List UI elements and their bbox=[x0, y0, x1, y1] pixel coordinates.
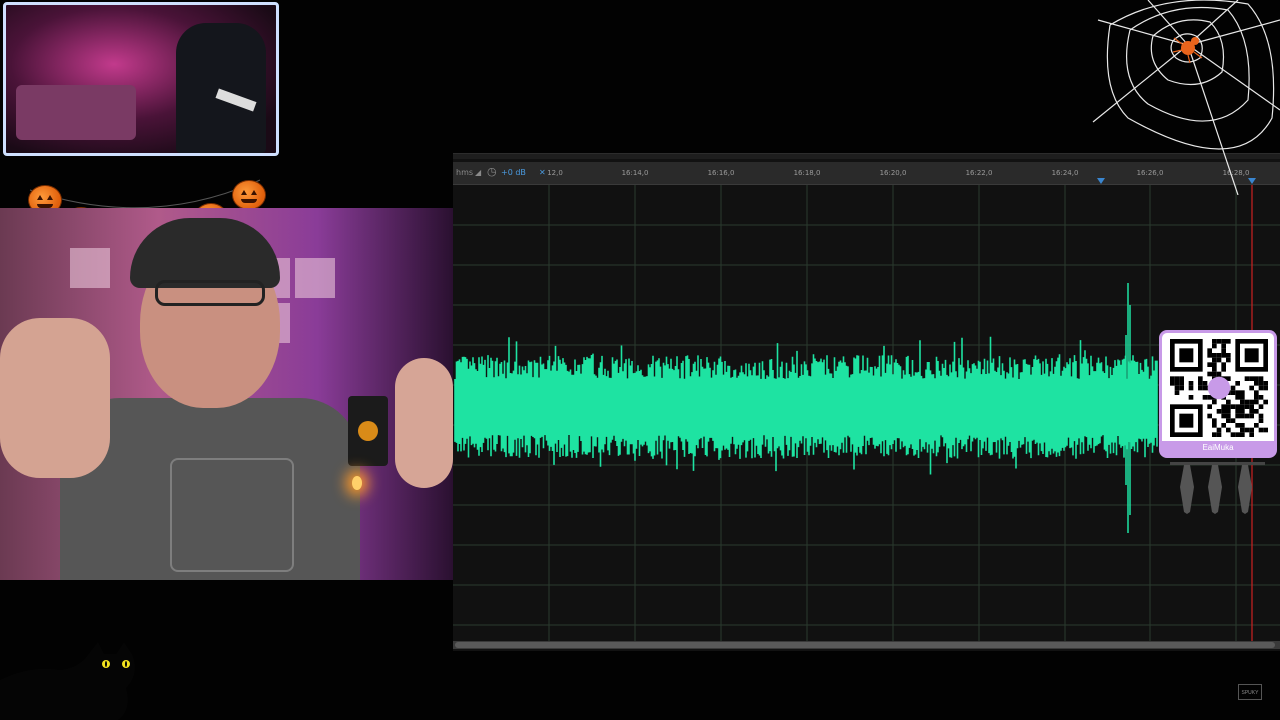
candle-light bbox=[352, 476, 362, 490]
bat-icon bbox=[1170, 462, 1265, 514]
waveform-spike bbox=[1125, 283, 1131, 533]
horizontal-scrollbar[interactable] bbox=[453, 641, 1280, 649]
acoustic-panel bbox=[70, 248, 110, 288]
qr-code-card[interactable]: EaiMuka bbox=[1159, 330, 1277, 458]
pumpkin-icon bbox=[232, 180, 266, 210]
room-bed bbox=[16, 85, 136, 140]
waveform-svg bbox=[453, 185, 1280, 641]
ruler-tick: 16:14,0 bbox=[621, 169, 649, 177]
spider-web-icon bbox=[1092, 0, 1280, 195]
webcam-main bbox=[0, 208, 453, 580]
person-beanie bbox=[130, 218, 280, 288]
waveform-area[interactable] bbox=[453, 185, 1280, 641]
studio-monitor-speaker bbox=[348, 396, 388, 466]
qr-label: EaiMuka bbox=[1162, 441, 1274, 455]
stream-layout: hms ◢ ◷ +0 dB ✕ 12,0 16:14,0 16:16,0 16:… bbox=[0, 0, 1280, 720]
acoustic-panel bbox=[295, 258, 335, 298]
channel-watermark: SPUKY bbox=[1238, 684, 1262, 700]
waveform-path bbox=[454, 336, 1158, 475]
ruler-tick: 16:18,0 bbox=[793, 169, 821, 177]
gain-readout[interactable]: +0 dB bbox=[501, 168, 526, 177]
volume-knob-icon[interactable]: ◷ bbox=[487, 165, 497, 178]
ruler-tick: 16:24,0 bbox=[1051, 169, 1079, 177]
scrollbar-thumb[interactable] bbox=[455, 642, 1275, 648]
audio-editor: hms ◢ ◷ +0 dB ✕ 12,0 16:14,0 16:16,0 16:… bbox=[453, 153, 1280, 651]
zoom-icon[interactable]: ◢ bbox=[475, 168, 481, 177]
qr-code-icon bbox=[1170, 339, 1268, 437]
time-format-label[interactable]: hms bbox=[456, 168, 473, 177]
ruler-tick: 16:16,0 bbox=[707, 169, 735, 177]
webcam-inset-room bbox=[3, 2, 279, 156]
black-cat-icon bbox=[0, 642, 135, 720]
person-hand-left bbox=[0, 318, 110, 478]
ruler-tick: 12,0 bbox=[547, 169, 563, 177]
person-glasses bbox=[155, 280, 265, 306]
person-hand-right bbox=[395, 358, 453, 488]
shirt-print bbox=[170, 458, 294, 572]
ruler-tick: 16:22,0 bbox=[965, 169, 993, 177]
pin-icon[interactable]: ✕ bbox=[539, 168, 546, 177]
ruler-tick: 16:20,0 bbox=[879, 169, 907, 177]
room-chair bbox=[176, 23, 266, 153]
